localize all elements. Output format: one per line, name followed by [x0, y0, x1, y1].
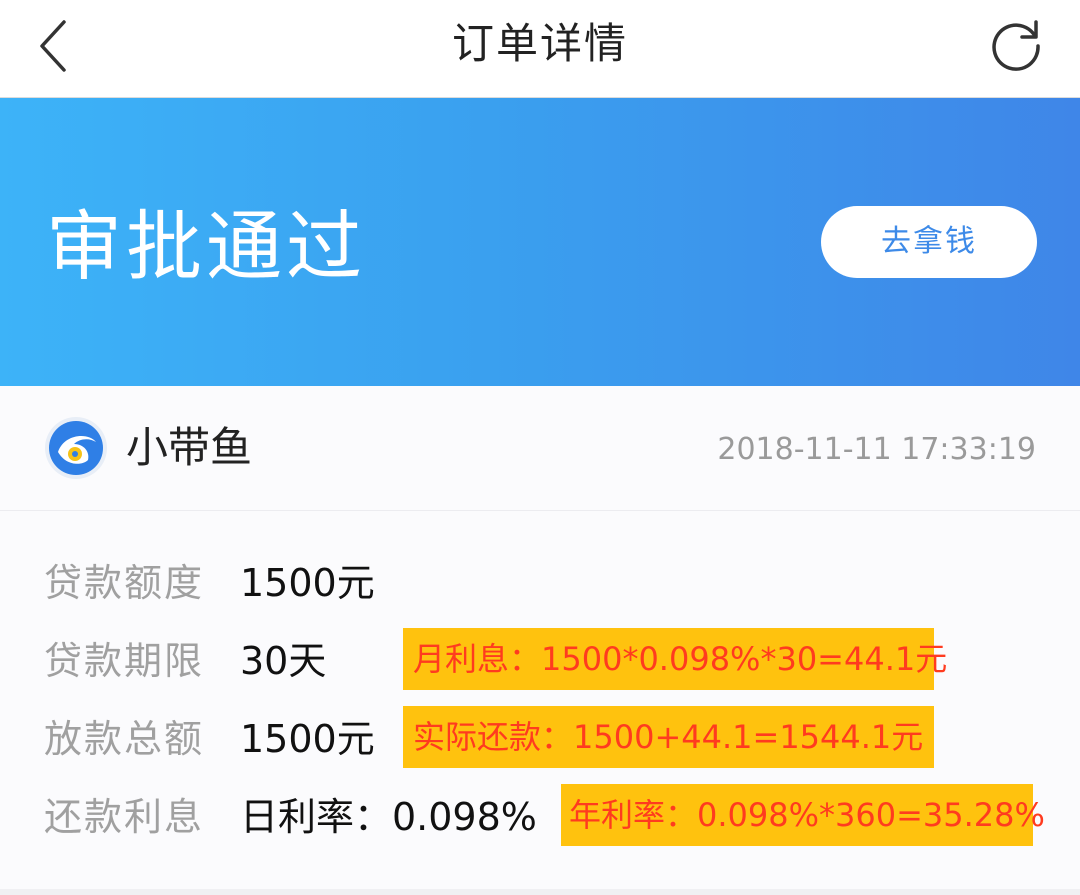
loan-term-value: 30天	[240, 639, 327, 683]
disbursed-total-value: 1500元	[240, 717, 375, 761]
merchant-name: 小带鱼	[126, 423, 253, 472]
get-money-button[interactable]: 去拿钱	[821, 206, 1037, 278]
refresh-icon	[992, 20, 1040, 71]
nav-bar: 订单详情	[0, 0, 1080, 98]
interest-label: 还款利息	[44, 795, 205, 839]
loan-term-label: 贷款期限	[44, 639, 205, 683]
status-banner: 审批通过 去拿钱	[0, 98, 1080, 386]
fish-logo-icon	[44, 416, 108, 480]
bottom-divider	[0, 889, 1080, 895]
approval-status: 审批通过	[46, 202, 366, 291]
disbursed-total-label: 放款总额	[44, 717, 205, 761]
daily-rate-value: 日利率：0.098%	[240, 795, 537, 839]
merchant-row: 小带鱼 2018-11-11 17:33:19	[0, 386, 1080, 511]
loan-details: 贷款额度 1500元 贷款期限 30天 放款总额 1500元 还款利息 日利率：…	[0, 511, 1080, 895]
loan-amount-value: 1500元	[240, 561, 375, 605]
loan-amount-label: 贷款额度	[44, 561, 205, 605]
annual-rate-note: 年利率：0.098%*360=35.28%	[561, 784, 1045, 846]
order-timestamp: 2018-11-11 17:33:19	[717, 432, 1036, 467]
monthly-interest-note: 月利息：1500*0.098%*30=44.1元	[403, 628, 947, 690]
refresh-button[interactable]	[986, 14, 1046, 74]
page-title: 订单详情	[451, 19, 628, 68]
actual-repayment-note: 实际还款：1500+44.1=1544.1元	[403, 706, 934, 768]
